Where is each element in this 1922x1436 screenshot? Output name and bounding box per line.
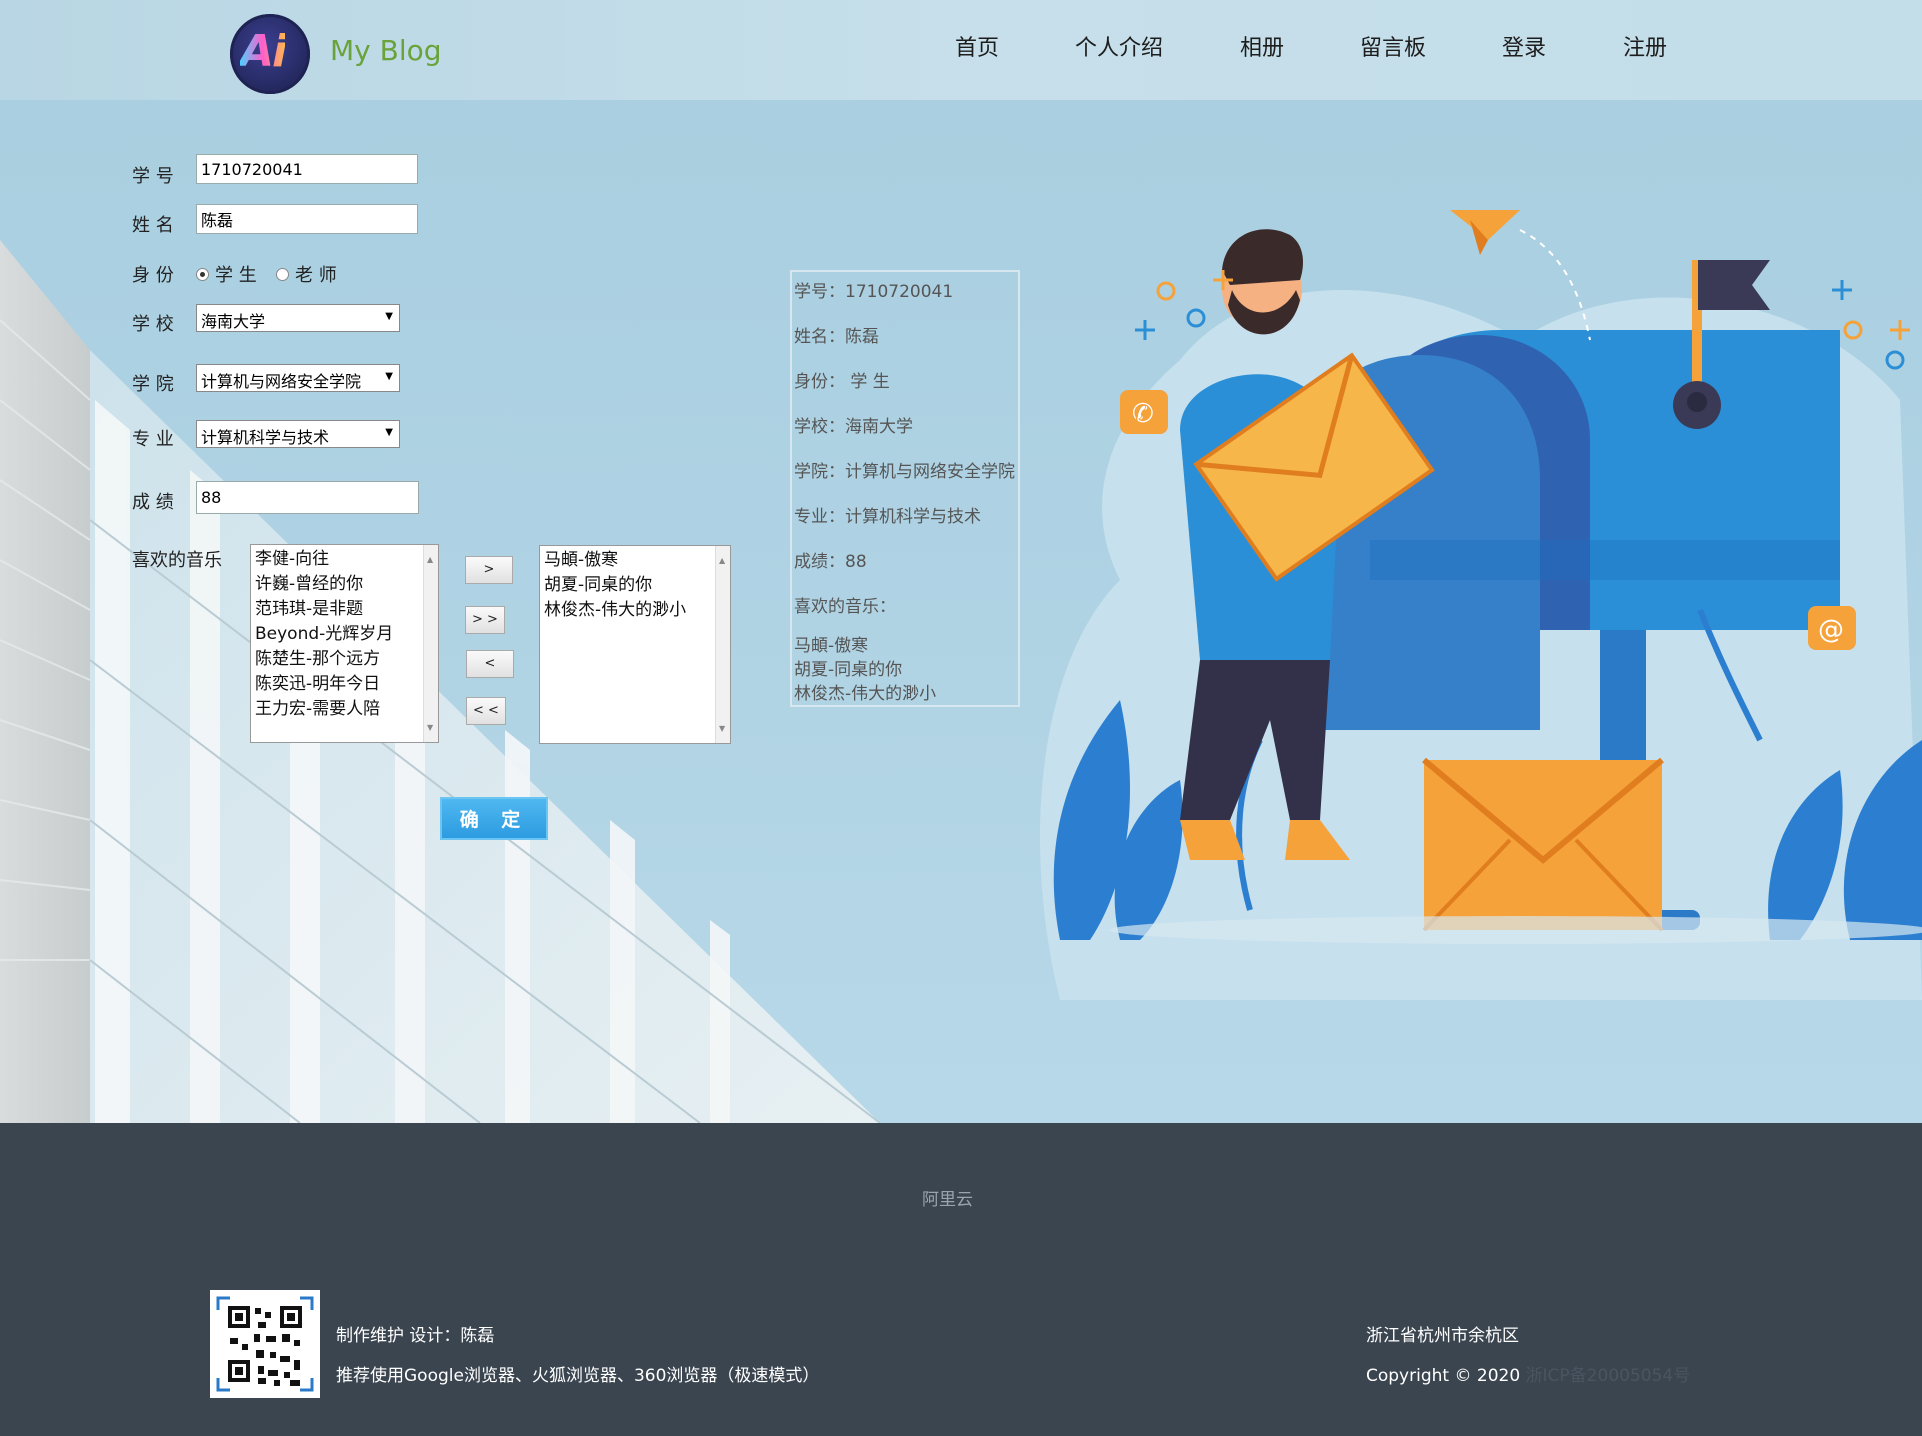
building-background [0,240,881,1123]
aliyun-link[interactable]: 阿里云 [922,1185,973,1210]
summary-name: 姓名：陈磊 [794,327,879,347]
footer-maintain: 制作维护 设计：陈磊 [336,1326,495,1346]
music-label: 喜欢的音乐 [132,550,222,571]
list-item[interactable]: Beyond-光辉岁月 [255,622,434,647]
list-item[interactable]: 范玮琪-是非题 [255,597,434,622]
nav-album[interactable]: 相册 [1240,30,1284,62]
list-item[interactable]: 陈奕迅-明年今日 [255,672,434,697]
icp-link[interactable]: 浙ICP备20005054号 [1526,1366,1691,1386]
list-item[interactable]: 许巍-曾经的你 [255,572,434,597]
radio-checked-icon [196,267,209,281]
student-id-label: 学 号 [132,166,174,187]
school-label: 学 校 [132,314,174,335]
summary-major: 专业：计算机科学与技术 [794,507,981,527]
major-select-value: 计算机科学与技术 [201,428,330,447]
footer-copyright: Copyright © 2020 浙ICP备20005054号 [1366,1361,1690,1386]
scroll-down-icon[interactable]: ▼ [427,715,433,740]
school-select[interactable]: 海南大学 ▼ [196,304,400,332]
list-item[interactable]: 林俊杰-伟大的渺小 [544,598,726,623]
qr-code-icon [210,1290,320,1398]
identity-label: 身 份 [132,265,174,286]
radio-unchecked-icon [276,267,289,281]
footer-address: 浙江省杭州市余杭区 [1366,1326,1519,1346]
student-id-input[interactable] [196,154,418,184]
list-scrollbar[interactable]: ▲ ▼ [715,546,730,743]
college-select-value: 计算机与网络安全学院 [201,372,362,391]
svg-text:@: @ [1818,615,1844,645]
dropdown-arrow-icon: ▼ [385,311,393,322]
summary-school: 学校：海南大学 [794,417,913,437]
school-select-value: 海南大学 [201,312,266,331]
score-label: 成 绩 [132,492,174,513]
scroll-up-icon[interactable]: ▲ [427,547,433,572]
summary-music-title: 喜欢的音乐： [794,597,896,617]
info-summary: 学号：1710720041 姓名：陈磊 身份： 学 生 学校：海南大学 学院：计… [790,270,1020,707]
identity-student-text: 学 生 [215,265,257,286]
major-select[interactable]: 计算机科学与技术 ▼ [196,420,400,448]
identity-teacher-text: 老 师 [295,265,337,286]
identity-teacher-radio[interactable]: 老 师 [276,261,337,287]
summary-identity: 身份： 学 生 [794,372,890,392]
identity-student-radio[interactable]: 学 生 [196,261,257,287]
footer-browsers: 推荐使用Google浏览器、火狐浏览器、360浏览器（极速模式） [336,1366,820,1386]
submit-button[interactable]: 确 定 [440,797,548,840]
move-left-one-button[interactable]: < [466,650,514,678]
scroll-down-icon[interactable]: ▼ [719,716,725,741]
list-item[interactable]: 陈楚生-那个远方 [255,647,434,672]
name-label: 姓 名 [132,215,174,236]
list-item[interactable]: 李健-向往 [255,547,434,572]
summary-music-item: 胡夏-同桌的你 [794,660,903,680]
list-item[interactable]: 胡夏-同桌的你 [544,573,726,598]
list-scrollbar[interactable]: ▲ ▼ [423,545,438,742]
major-label: 专 业 [132,429,174,450]
summary-score: 成绩：88 [794,552,867,572]
summary-college: 学院：计算机与网络安全学院 [794,462,1015,482]
dropdown-arrow-icon: ▼ [385,427,393,438]
music-selected-list[interactable]: 马頔-傲寒 胡夏-同桌的你 林俊杰-伟大的渺小 ▲ ▼ [539,545,731,744]
nav-guestbook[interactable]: 留言板 [1360,30,1426,62]
college-label: 学 院 [132,374,174,395]
move-right-one-button[interactable]: > [465,556,513,584]
move-left-all-button[interactable]: < < [466,697,506,725]
summary-music-item: 马頔-傲寒 [794,636,869,656]
scroll-up-icon[interactable]: ▲ [719,548,725,573]
copyright-text: Copyright © 2020 [1366,1366,1521,1386]
site-header: Ai My Blog 首页 个人介绍 相册 留言板 登录 注册 [0,0,1922,100]
mailbox-illustration: ✆ @ [1040,210,1922,1000]
move-right-all-button[interactable]: > > [465,606,505,634]
list-item[interactable]: 马頔-傲寒 [544,548,726,573]
summary-music-item: 林俊杰-伟大的渺小 [794,684,937,704]
summary-id: 学号：1710720041 [794,282,954,302]
list-item[interactable]: 王力宏-需要人陪 [255,697,434,722]
dropdown-arrow-icon: ▼ [385,371,393,382]
college-select[interactable]: 计算机与网络安全学院 ▼ [196,364,400,392]
site-footer: 阿里云 制作维护 设计：陈磊 推荐使用Google浏览器、火狐浏览器、360浏览… [0,1123,1922,1436]
nav-about[interactable]: 个人介绍 [1075,30,1163,62]
score-input[interactable] [196,481,419,514]
svg-text:✆: ✆ [1132,399,1154,429]
nav-login[interactable]: 登录 [1502,30,1546,62]
music-available-list[interactable]: 李健-向往 许巍-曾经的你 范玮琪-是非题 Beyond-光辉岁月 陈楚生-那个… [250,544,439,743]
summary-music-list: 马頔-傲寒 胡夏-同桌的你 林俊杰-伟大的渺小 [794,634,936,706]
logo-text: Ai [240,26,287,77]
site-title[interactable]: My Blog [330,34,442,67]
name-input[interactable] [196,204,418,234]
nav-register[interactable]: 注册 [1623,30,1667,62]
main-content: 学 号 姓 名 身 份 学 生 老 师 学 校 海南大学 ▼ 学 院 计算机与网… [0,100,1922,1123]
nav-home[interactable]: 首页 [955,30,999,62]
